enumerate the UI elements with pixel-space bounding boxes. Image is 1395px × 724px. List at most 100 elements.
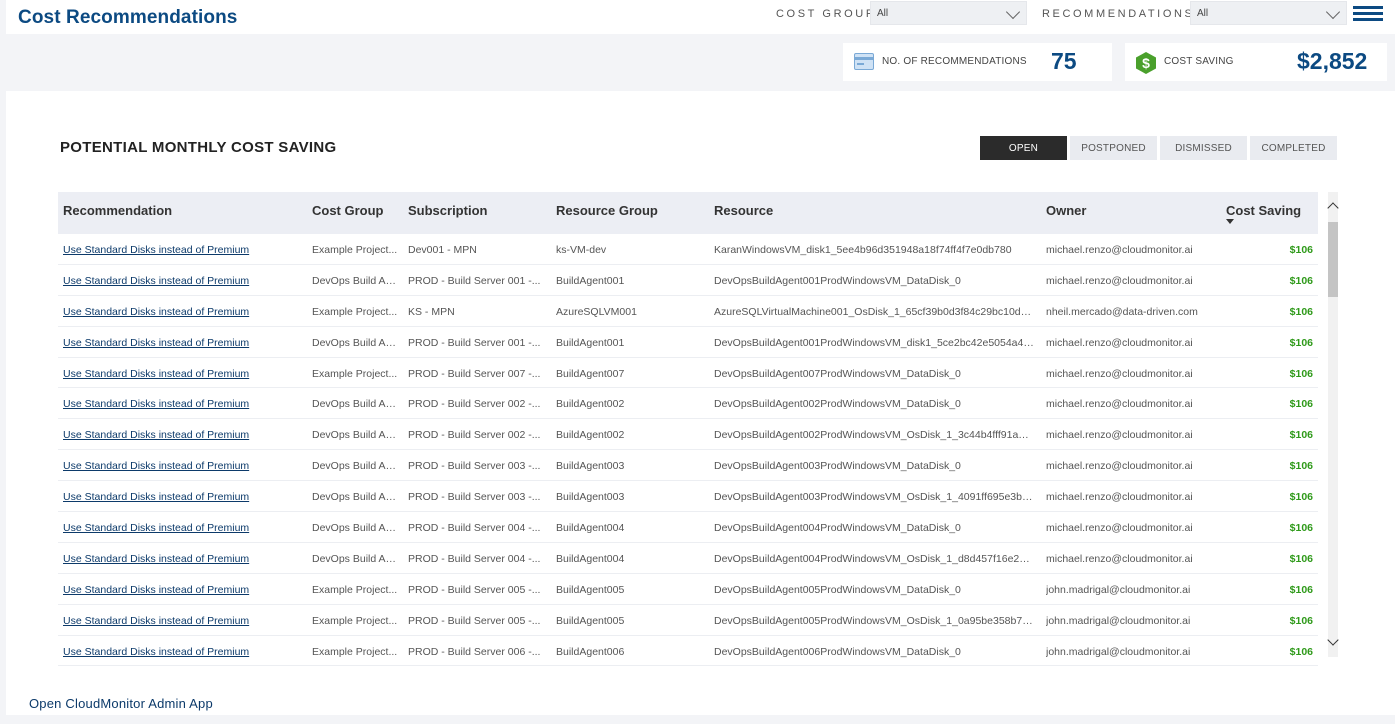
- chevron-down-icon[interactable]: [1327, 634, 1339, 646]
- recommendations-label: RECOMMENDATIONS: [1042, 8, 1195, 20]
- table-row[interactable]: Use Standard Disks instead of Premium Dev…: [58, 265, 1318, 296]
- card-icon: [854, 53, 874, 70]
- hamburger-menu-icon[interactable]: [1353, 6, 1383, 24]
- resource-cell: DevOpsBuildAgent002ProdWindowsVM_DataDis…: [714, 398, 961, 411]
- cost-group-select[interactable]: All: [870, 1, 1027, 25]
- tab-completed[interactable]: COMPLETED: [1250, 136, 1337, 160]
- recommendation-link[interactable]: Use Standard Disks instead of Premium: [63, 368, 303, 380]
- recommendations-table: Recommendation Cost Group Subscription R…: [58, 192, 1318, 667]
- cost-group-cell: DevOps Build Ag...: [312, 336, 398, 349]
- cost-saving-cell: $106: [1289, 460, 1313, 473]
- owner-cell: michael.renzo@cloudmonitor.ai: [1046, 429, 1193, 442]
- owner-cell: michael.renzo@cloudmonitor.ai: [1046, 244, 1193, 256]
- table-row[interactable]: Use Standard Disks instead of Premium Dev…: [58, 388, 1318, 420]
- table-row[interactable]: Use Standard Disks instead of Premium Dev…: [58, 543, 1318, 574]
- recommendation-link[interactable]: Use Standard Disks instead of Premium: [63, 460, 303, 472]
- subscription-cell: PROD - Build Server 007 -...: [408, 367, 541, 380]
- cost-saving-cell: $106: [1289, 274, 1313, 287]
- column-header-owner[interactable]: Owner: [1046, 203, 1086, 218]
- owner-cell: john.madrigal@cloudmonitor.ai: [1046, 614, 1191, 627]
- column-header-resource-group[interactable]: Resource Group: [556, 203, 658, 218]
- resource-cell: DevOpsBuildAgent007ProdWindowsVM_DataDis…: [714, 367, 961, 380]
- table-row[interactable]: Use Standard Disks instead of Premium Exa…: [58, 574, 1318, 605]
- resource-group-cell: ks-VM-dev: [556, 244, 607, 256]
- resource-group-cell: BuildAgent005: [556, 614, 625, 627]
- recommendation-link[interactable]: Use Standard Disks instead of Premium: [63, 615, 303, 627]
- recommendations-select[interactable]: All: [1190, 1, 1347, 25]
- table-body: Use Standard Disks instead of Premium Exa…: [58, 234, 1318, 667]
- cost-saving-cell: $106: [1289, 398, 1313, 411]
- cost-group-cell: Example Project...: [312, 244, 398, 256]
- recommendation-link[interactable]: Use Standard Disks instead of Premium: [63, 491, 303, 503]
- table-row[interactable]: Use Standard Disks instead of Premium Dev…: [58, 450, 1318, 482]
- cost-group-cell: DevOps Build Ag...: [312, 552, 398, 565]
- resource-cell: DevOpsBuildAgent004ProdWindowsVM_DataDis…: [714, 522, 961, 535]
- resource-group-cell: BuildAgent003: [556, 491, 625, 504]
- column-header-subscription[interactable]: Subscription: [408, 203, 487, 218]
- recommendation-link[interactable]: Use Standard Disks instead of Premium: [63, 522, 303, 534]
- chevron-up-icon[interactable]: [1327, 202, 1339, 214]
- resource-group-cell: BuildAgent001: [556, 274, 625, 287]
- owner-cell: michael.renzo@cloudmonitor.ai: [1046, 460, 1193, 473]
- resource-group-cell: BuildAgent002: [556, 398, 625, 411]
- resource-group-cell: AzureSQLVM001: [556, 305, 637, 318]
- resource-group-cell: BuildAgent002: [556, 429, 625, 442]
- column-header-cost-saving[interactable]: Cost Saving: [1226, 203, 1301, 218]
- recommendation-link[interactable]: Use Standard Disks instead of Premium: [63, 244, 303, 256]
- subscription-cell: KS - MPN: [408, 305, 455, 318]
- resource-cell: AzureSQLVirtualMachine001_OsDisk_1_65cf3…: [714, 305, 1034, 318]
- recommendation-link[interactable]: Use Standard Disks instead of Premium: [63, 553, 303, 565]
- tab-dismissed[interactable]: DISMISSED: [1160, 136, 1247, 160]
- top-header: Cost Recommendations COST GROUP All RECO…: [6, 0, 1395, 34]
- resource-cell: DevOpsBuildAgent001ProdWindowsVM_DataDis…: [714, 274, 961, 287]
- recommendation-link[interactable]: Use Standard Disks instead of Premium: [63, 646, 303, 658]
- owner-cell: michael.renzo@cloudmonitor.ai: [1046, 552, 1193, 565]
- cost-saving-card: $ COST SAVING $2,852: [1125, 43, 1387, 81]
- open-admin-app-link[interactable]: Open CloudMonitor Admin App: [29, 696, 213, 711]
- resource-cell: DevOpsBuildAgent003ProdWindowsVM_OsDisk_…: [714, 491, 1034, 504]
- table-row[interactable]: Use Standard Disks instead of Premium Exa…: [58, 636, 1318, 667]
- tab-postponed[interactable]: POSTPONED: [1070, 136, 1157, 160]
- resource-group-cell: BuildAgent004: [556, 552, 625, 565]
- column-header-resource[interactable]: Resource: [714, 203, 773, 218]
- tab-open[interactable]: OPEN: [980, 136, 1067, 160]
- column-header-cost-group[interactable]: Cost Group: [312, 203, 384, 218]
- subscription-cell: PROD - Build Server 004 -...: [408, 552, 541, 565]
- subscription-cell: PROD - Build Server 003 -...: [408, 491, 541, 504]
- recommendation-link[interactable]: Use Standard Disks instead of Premium: [63, 398, 303, 410]
- cost-group-cell: DevOps Build Ag...: [312, 429, 398, 442]
- recommendation-link[interactable]: Use Standard Disks instead of Premium: [63, 584, 303, 596]
- table-row[interactable]: Use Standard Disks instead of Premium Exa…: [58, 605, 1318, 636]
- table-row[interactable]: Use Standard Disks instead of Premium Dev…: [58, 327, 1318, 358]
- table-row[interactable]: Use Standard Disks instead of Premium Exa…: [58, 234, 1318, 265]
- table-row[interactable]: Use Standard Disks instead of Premium Exa…: [58, 296, 1318, 327]
- subscription-cell: PROD - Build Server 004 -...: [408, 522, 541, 535]
- status-tabs: OPEN POSTPONED DISMISSED COMPLETED: [980, 136, 1337, 160]
- recommendation-link[interactable]: Use Standard Disks instead of Premium: [63, 337, 303, 349]
- subscription-cell: PROD - Build Server 006 -...: [408, 645, 541, 658]
- cost-saving-cell: $106: [1289, 305, 1313, 318]
- table-row[interactable]: Use Standard Disks instead of Premium Dev…: [58, 481, 1318, 513]
- owner-cell: michael.renzo@cloudmonitor.ai: [1046, 398, 1193, 411]
- recommendations-count-label: NO. OF RECOMMENDATIONS: [882, 56, 1027, 67]
- resource-group-cell: BuildAgent007: [556, 367, 625, 380]
- cost-saving-cell: $106: [1289, 522, 1313, 535]
- cost-group-cell: Example Project...: [312, 367, 398, 380]
- panel-title: POTENTIAL MONTHLY COST SAVING: [60, 139, 337, 156]
- recommendation-link[interactable]: Use Standard Disks instead of Premium: [63, 429, 303, 441]
- svg-text:$: $: [1142, 55, 1150, 71]
- table-row[interactable]: Use Standard Disks instead of Premium Exa…: [58, 358, 1318, 389]
- subscription-cell: PROD - Build Server 002 -...: [408, 398, 541, 411]
- recommendation-link[interactable]: Use Standard Disks instead of Premium: [63, 306, 303, 318]
- table-scrollbar[interactable]: [1327, 192, 1339, 657]
- cost-group-value: All: [877, 8, 889, 19]
- cost-saving-cell: $106: [1289, 645, 1313, 658]
- recommendation-link[interactable]: Use Standard Disks instead of Premium: [63, 275, 303, 287]
- scroll-thumb[interactable]: [1328, 222, 1338, 297]
- column-header-recommendation[interactable]: Recommendation: [63, 203, 172, 218]
- table-row[interactable]: Use Standard Disks instead of Premium Dev…: [58, 512, 1318, 543]
- cost-group-cell: DevOps Build Ag...: [312, 460, 398, 473]
- chevron-down-icon: [1005, 4, 1021, 20]
- table-row[interactable]: Use Standard Disks instead of Premium Dev…: [58, 419, 1318, 451]
- resource-group-cell: BuildAgent003: [556, 460, 625, 473]
